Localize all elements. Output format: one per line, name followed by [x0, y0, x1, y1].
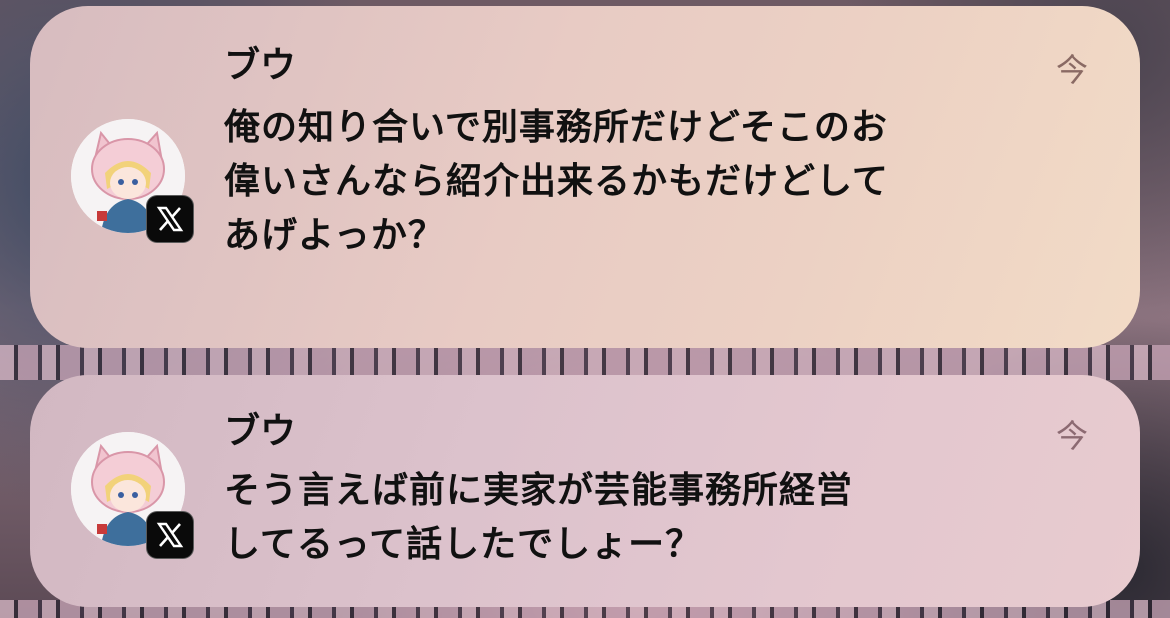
message-line: あげよっか？	[224, 215, 445, 256]
sender-name: ブウ	[224, 45, 297, 86]
notification-card[interactable]: ブウ 今 そう言えば前に実家が芸能事務所経営 してるって話したでしょー？	[30, 375, 1140, 607]
notification-time: 今	[1055, 51, 1088, 89]
notification-time: 今	[1055, 417, 1088, 455]
notification-card[interactable]: ブウ 今 俺の知り合いで別事務所だけどそこのお 偉いさんなら紹介出来るかもだけど…	[30, 6, 1140, 348]
message-line: してるって話したでしょー？	[224, 524, 703, 565]
sender-name: ブウ	[224, 411, 297, 452]
message-line: 俺の知り合いで別事務所だけどそこのお	[224, 107, 888, 148]
notification-message: 俺の知り合いで別事務所だけどそこのお 偉いさんなら紹介出来るかもだけどして あげ…	[224, 101, 1014, 263]
x-logo-icon	[146, 511, 194, 559]
x-logo-icon	[146, 195, 194, 243]
message-line: 偉いさんなら紹介出来るかもだけどして	[224, 161, 889, 202]
message-line: そう言えば前に実家が芸能事務所経営	[224, 470, 854, 511]
notification-message: そう言えば前に実家が芸能事務所経営 してるって話したでしょー？	[224, 464, 1014, 572]
